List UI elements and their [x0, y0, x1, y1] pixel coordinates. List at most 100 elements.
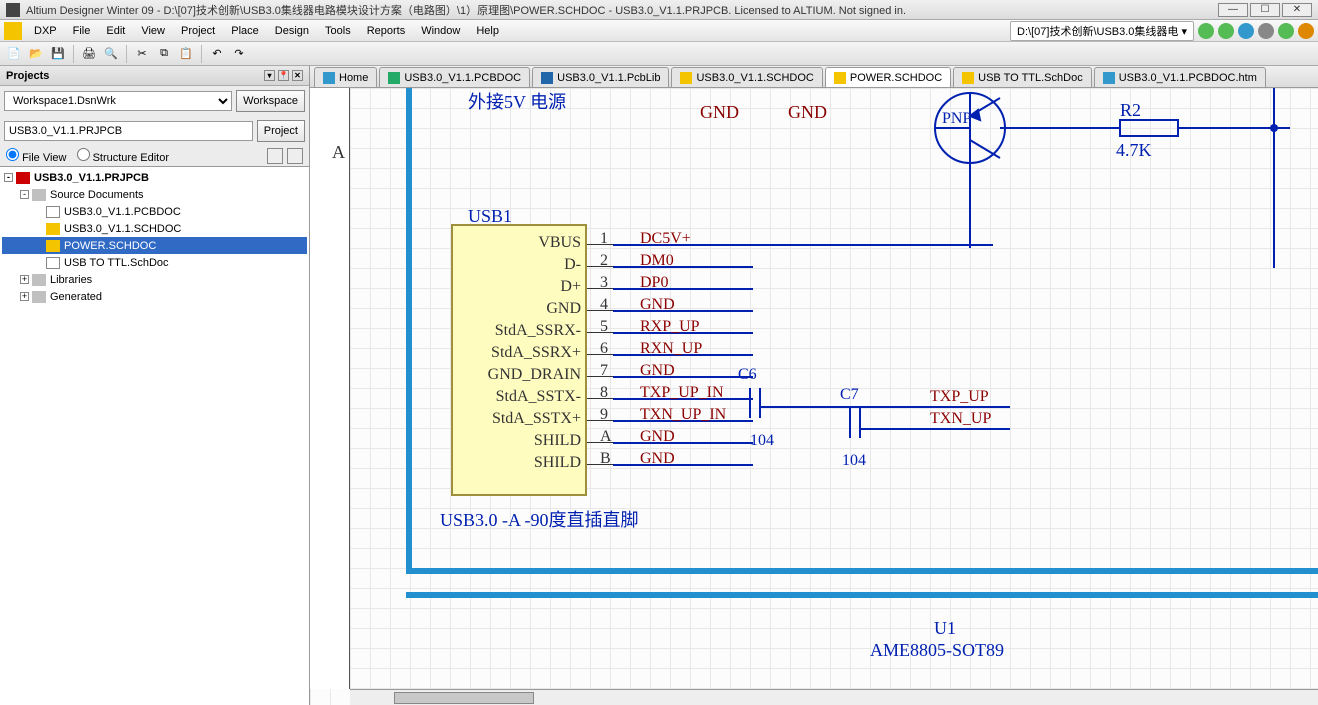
- pin-label: VBUS: [455, 234, 581, 252]
- nav-fav-icon[interactable]: [1298, 23, 1314, 39]
- workspace-button[interactable]: Workspace: [236, 90, 305, 112]
- horizontal-scrollbar[interactable]: [350, 689, 1318, 705]
- tree-lib[interactable]: +Libraries: [2, 271, 307, 288]
- pin-label: D+: [455, 278, 581, 296]
- net-label: GND: [640, 428, 675, 446]
- nav-home-icon[interactable]: [1238, 23, 1254, 39]
- dxp-logo-icon: [4, 22, 22, 40]
- net-label: TXN_UP_IN: [640, 406, 726, 424]
- scrollbar-thumb[interactable]: [394, 692, 534, 704]
- pin-label: SHILD: [455, 454, 581, 472]
- project-button[interactable]: Project: [257, 120, 305, 142]
- c6-value: 104: [750, 432, 774, 450]
- gnd-1: GND: [700, 102, 739, 123]
- net-label: DM0: [640, 252, 674, 270]
- toolbar: 📄 📂 💾 🖨 🔍 ✂ ⧉ 📋 ↶ ↷: [0, 42, 1318, 66]
- nav-fwd-icon[interactable]: [1218, 23, 1234, 39]
- pin-number: 9: [600, 406, 608, 424]
- net-label: RXN_UP: [640, 340, 702, 358]
- titlebar: Altium Designer Winter 09 - D:\[07]技术创新\…: [0, 0, 1318, 20]
- menu-project[interactable]: Project: [173, 20, 223, 42]
- panel-menu-icon[interactable]: ▾: [264, 70, 275, 81]
- tab-htm[interactable]: USB3.0_V1.1.PCBDOC.htm: [1094, 67, 1266, 87]
- tool-undo-icon[interactable]: ↶: [207, 44, 227, 64]
- sch-icon: [962, 72, 974, 84]
- tool-save-icon[interactable]: 💾: [48, 44, 68, 64]
- nav-back-icon[interactable]: [1198, 23, 1214, 39]
- path-box[interactable]: D:\[07]技术创新\USB3.0集线器电 ▾: [1010, 21, 1194, 41]
- net-label: DC5V+: [640, 230, 691, 248]
- menu-place[interactable]: Place: [223, 20, 267, 42]
- tab-home[interactable]: Home: [314, 67, 377, 87]
- tree-sch[interactable]: USB3.0_V1.1.SCHDOC: [2, 220, 307, 237]
- pin-label: SHILD: [455, 432, 581, 450]
- close-button[interactable]: ✕: [1282, 3, 1312, 17]
- tool-cut-icon[interactable]: ✂: [132, 44, 152, 64]
- view-ico-2[interactable]: [287, 148, 303, 164]
- pin-number: 5: [600, 318, 608, 336]
- nav-stop-icon[interactable]: [1258, 23, 1274, 39]
- menu-reports[interactable]: Reports: [359, 20, 414, 42]
- pin-number: 8: [600, 384, 608, 402]
- tool-preview-icon[interactable]: 🔍: [101, 44, 121, 64]
- usb-footprint: USB3.0 -A -90度直插直脚: [440, 506, 639, 532]
- tab-pcblib[interactable]: USB3.0_V1.1.PcbLib: [532, 67, 669, 87]
- net-label: GND: [640, 450, 675, 468]
- menu-window[interactable]: Window: [413, 20, 468, 42]
- window-buttons: — ☐ ✕: [1218, 3, 1312, 17]
- panel-close-icon[interactable]: ✕: [292, 70, 303, 81]
- project-tree[interactable]: -USB3.0_V1.1.PRJPCB -Source Documents US…: [0, 166, 309, 705]
- pin-label: StdA_SSTX+: [455, 410, 581, 428]
- tab-schdoc[interactable]: USB3.0_V1.1.SCHDOC: [671, 67, 822, 87]
- window-title: Altium Designer Winter 09 - D:\[07]技术创新\…: [26, 2, 906, 18]
- tree-src[interactable]: -Source Documents: [2, 186, 307, 203]
- pin-number: 6: [600, 340, 608, 358]
- menu-view[interactable]: View: [133, 20, 173, 42]
- maximize-button[interactable]: ☐: [1250, 3, 1280, 17]
- document-area: Home USB3.0_V1.1.PCBDOC USB3.0_V1.1.PcbL…: [310, 66, 1318, 705]
- nav-refresh-icon[interactable]: [1278, 23, 1294, 39]
- menu-tools[interactable]: Tools: [317, 20, 359, 42]
- menubar: DXP File Edit View Project Place Design …: [0, 20, 1318, 42]
- tool-copy-icon[interactable]: ⧉: [154, 44, 174, 64]
- structure-editor-radio[interactable]: Structure Editor: [77, 148, 169, 164]
- r2-label: R2: [1120, 100, 1141, 121]
- menu-dxp[interactable]: DXP: [26, 20, 65, 42]
- pin-label: StdA_SSTX-: [455, 388, 581, 406]
- pin-label: GND_DRAIN: [455, 366, 581, 384]
- tree-ttl[interactable]: USB TO TTL.SchDoc: [2, 254, 307, 271]
- menu-help[interactable]: Help: [468, 20, 507, 42]
- tree-pwr[interactable]: POWER.SCHDOC: [2, 237, 307, 254]
- tool-redo-icon[interactable]: ↷: [229, 44, 249, 64]
- project-field[interactable]: [4, 121, 253, 141]
- sch-icon: [834, 72, 846, 84]
- menu-file[interactable]: File: [65, 20, 99, 42]
- menu-edit[interactable]: Edit: [98, 20, 133, 42]
- pin-number: 2: [600, 252, 608, 270]
- tab-ttl[interactable]: USB TO TTL.SchDoc: [953, 67, 1092, 87]
- tab-power[interactable]: POWER.SCHDOC: [825, 67, 951, 87]
- panel-pin-icon[interactable]: 📍: [278, 70, 289, 81]
- tool-open-icon[interactable]: 📂: [26, 44, 46, 64]
- pin-label: D-: [455, 256, 581, 274]
- tree-root[interactable]: -USB3.0_V1.1.PRJPCB: [2, 169, 307, 186]
- schematic-canvas[interactable]: A 外接5V 电源 GND GND: [310, 88, 1318, 705]
- pin-label: StdA_SSRX-: [455, 322, 581, 340]
- tool-new-icon[interactable]: 📄: [4, 44, 24, 64]
- minimize-button[interactable]: —: [1218, 3, 1248, 17]
- u1-label: U1: [934, 618, 956, 639]
- view-ico-1[interactable]: [267, 148, 283, 164]
- file-view-radio[interactable]: File View: [6, 148, 67, 164]
- net-label: GND: [640, 362, 675, 380]
- app-icon: [6, 3, 20, 17]
- projects-title: Projects: [6, 70, 49, 82]
- tree-pcb[interactable]: USB3.0_V1.1.PCBDOC: [2, 203, 307, 220]
- tool-paste-icon[interactable]: 📋: [176, 44, 196, 64]
- tool-print-icon[interactable]: 🖨: [79, 44, 99, 64]
- tree-gen[interactable]: +Generated: [2, 288, 307, 305]
- menu-design[interactable]: Design: [267, 20, 317, 42]
- sch-icon: [680, 72, 692, 84]
- txp-label: TXP_UP: [930, 388, 989, 406]
- workspace-select[interactable]: Workspace1.DsnWrk: [4, 91, 232, 111]
- tab-pcbdoc[interactable]: USB3.0_V1.1.PCBDOC: [379, 67, 530, 87]
